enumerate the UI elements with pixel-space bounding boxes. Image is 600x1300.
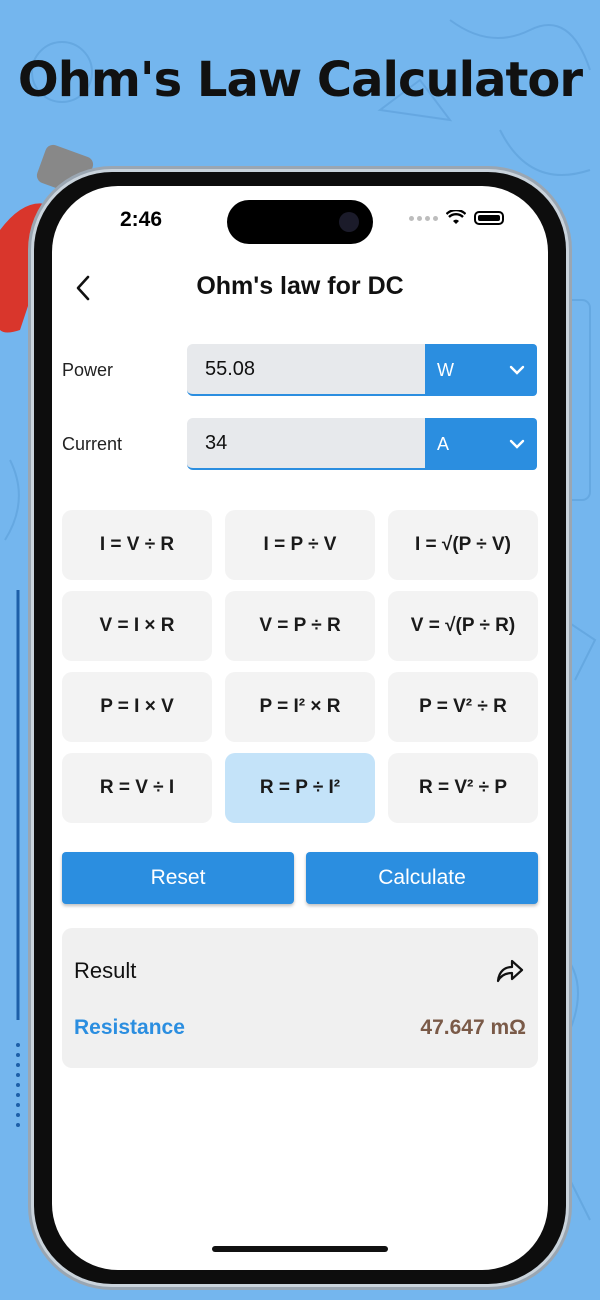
current-unit-select[interactable]: A — [425, 418, 537, 470]
formula-button[interactable]: P = I² × R — [225, 672, 375, 742]
wifi-icon — [446, 210, 466, 224]
formula-button[interactable]: I = √(P ÷ V) — [388, 510, 538, 580]
status-time: 2:46 — [120, 208, 163, 231]
chevron-down-icon — [509, 439, 525, 449]
formula-button[interactable]: I = V ÷ R — [62, 510, 212, 580]
formula-button[interactable]: R = V² ÷ P — [388, 753, 538, 823]
power-unit-select[interactable]: W — [425, 344, 537, 396]
result-value: 47.647 mΩ — [420, 1016, 526, 1039]
status-indicators — [409, 210, 504, 226]
power-label: Power — [62, 360, 114, 380]
formula-button[interactable]: I = P ÷ V — [225, 510, 375, 580]
battery-icon — [474, 211, 504, 225]
chevron-down-icon — [509, 365, 525, 375]
formula-button[interactable]: V = P ÷ R — [225, 591, 375, 661]
formula-button-selected[interactable]: R = P ÷ I² — [225, 753, 375, 823]
formula-grid: I = V ÷ R I = P ÷ V I = √(P ÷ V) V = I ×… — [62, 510, 538, 823]
calculate-button[interactable]: Calculate — [306, 852, 538, 904]
formula-button[interactable]: V = I × R — [62, 591, 212, 661]
home-indicator — [212, 1246, 388, 1252]
formula-button[interactable]: R = V ÷ I — [62, 753, 212, 823]
camera-icon — [339, 212, 359, 232]
hero-title: Ohm's Law Calculator — [17, 52, 583, 108]
dynamic-island — [227, 200, 373, 244]
result-title: Result — [74, 958, 137, 983]
reset-button[interactable]: Reset — [62, 852, 294, 904]
page-title: Ohm's law for DC — [196, 272, 404, 300]
formula-button[interactable]: P = V² ÷ R — [388, 672, 538, 742]
app-screen: 2:46 Ohm's law for DC Power W Current A … — [52, 186, 548, 1270]
share-icon[interactable] — [494, 958, 524, 984]
power-input[interactable] — [187, 344, 425, 396]
signal-icon — [409, 215, 438, 221]
result-quantity-name: Resistance — [74, 1016, 185, 1039]
current-input[interactable] — [187, 418, 425, 470]
result-card: Result Resistance 47.647 mΩ — [62, 928, 538, 1068]
current-unit-value: A — [437, 433, 450, 454]
current-label: Current — [62, 434, 123, 454]
power-unit-value: W — [437, 359, 454, 380]
formula-button[interactable]: P = I × V — [62, 672, 212, 742]
formula-button[interactable]: V = √(P ÷ R) — [388, 591, 538, 661]
